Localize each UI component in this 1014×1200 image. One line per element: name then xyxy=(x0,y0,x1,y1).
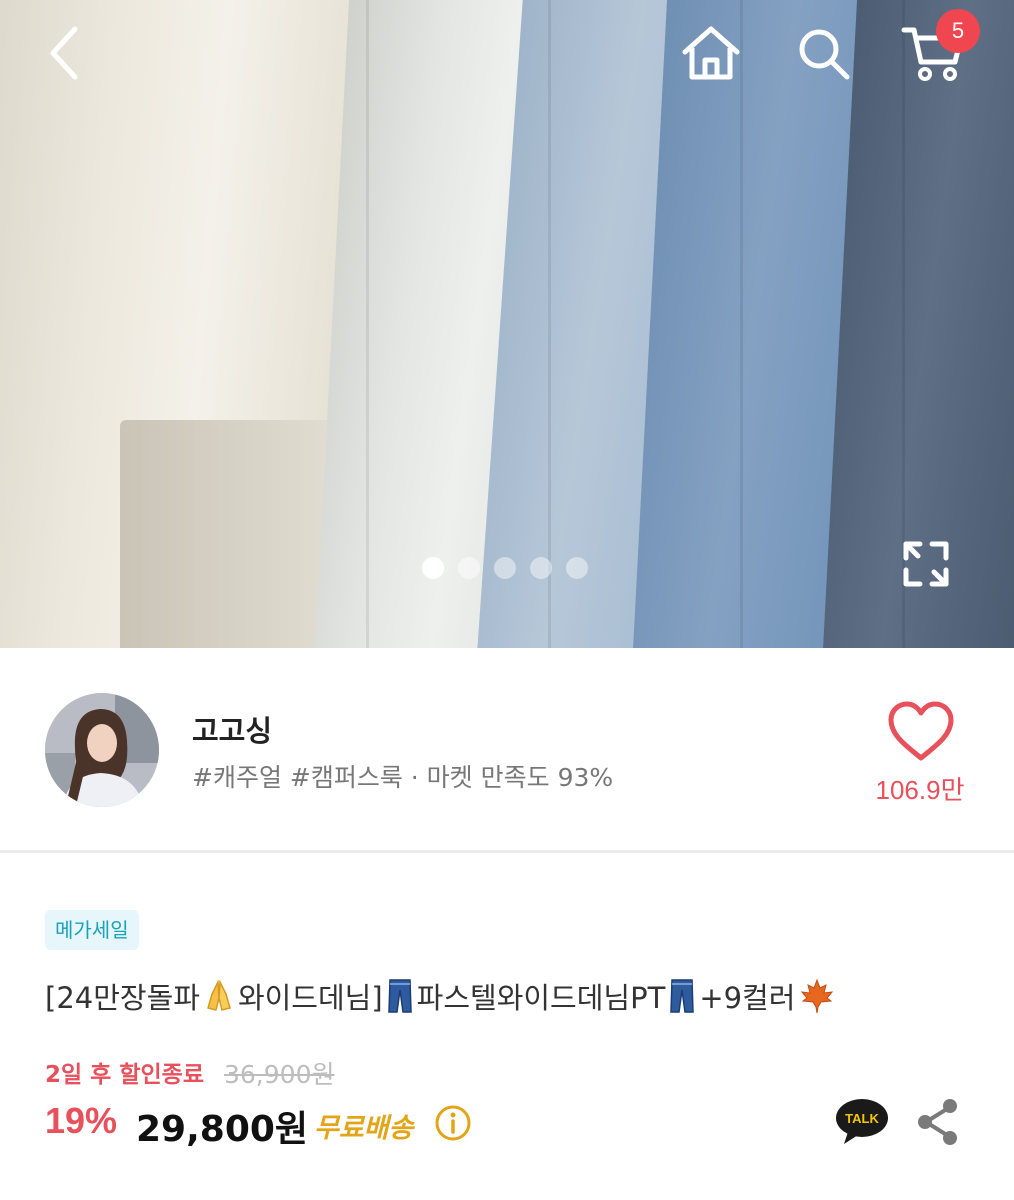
product-title: [24만장돌파 와이드데님] 파스텔와이드데님PT +9컬러 xyxy=(45,975,839,1017)
shop-info-section[interactable]: 고고싱 #캐주얼 #캠퍼스룩 · 마켓 만족도 93% 106.9만 xyxy=(0,648,1014,852)
pagination-dot[interactable] xyxy=(530,557,552,579)
home-button[interactable] xyxy=(678,20,744,86)
mega-sale-badge: 메가세일 xyxy=(45,910,139,950)
original-price: 36,900원 xyxy=(224,1060,335,1089)
shop-tags: #캐주얼 #캠퍼스룩 · 마켓 만족도 93% xyxy=(192,763,614,792)
search-button[interactable] xyxy=(790,20,856,86)
like-count: 106.9만 xyxy=(875,775,965,805)
folded-hands-emoji xyxy=(204,980,234,1012)
gallery-pagination xyxy=(422,557,588,579)
jeans-seam xyxy=(740,0,743,648)
discount-rate: 19% xyxy=(45,1100,118,1141)
title-part: [24만장돌파 xyxy=(45,981,200,1015)
title-part: +9컬러 xyxy=(699,981,796,1015)
expand-image-button[interactable] xyxy=(898,536,954,592)
avatar-photo xyxy=(45,693,159,807)
discount-countdown: 2일 후 할인종료 xyxy=(45,1062,204,1088)
product-image-gallery[interactable]: 5 xyxy=(0,0,1014,648)
info-icon xyxy=(435,1105,471,1141)
share-button[interactable] xyxy=(914,1097,962,1147)
title-part: 파스텔와이드데님PT xyxy=(416,981,666,1015)
title-part: 와이드데님] xyxy=(237,981,383,1015)
jeans-seam xyxy=(548,0,551,648)
back-button[interactable] xyxy=(32,20,98,86)
pagination-dot[interactable] xyxy=(494,557,516,579)
free-shipping-label: 무료배송 xyxy=(314,1113,414,1144)
like-button[interactable] xyxy=(886,700,956,764)
heart-icon xyxy=(888,701,954,761)
expand-icon xyxy=(903,541,949,587)
home-icon xyxy=(682,26,740,80)
jeans-seam xyxy=(366,0,369,648)
shipping-info-button[interactable] xyxy=(434,1104,472,1142)
shop-name[interactable]: 고고싱 xyxy=(192,708,272,750)
pagination-dot[interactable] xyxy=(566,557,588,579)
sale-price: 29,800원 xyxy=(136,1109,309,1150)
search-icon xyxy=(799,29,850,80)
back-icon xyxy=(50,26,78,80)
share-icon xyxy=(918,1099,957,1145)
talk-label: TALK xyxy=(845,1111,879,1126)
kakao-talk-button[interactable]: TALK xyxy=(834,1096,890,1148)
jeans-emoji xyxy=(387,978,413,1014)
jeans-emoji xyxy=(669,978,695,1014)
shop-avatar[interactable] xyxy=(45,693,159,807)
cart-count-badge: 5 xyxy=(936,9,980,53)
pagination-dot-active[interactable] xyxy=(422,557,444,579)
maple-leaf-emoji xyxy=(799,978,835,1014)
talk-icon: TALK xyxy=(836,1099,888,1144)
pagination-dot[interactable] xyxy=(458,557,480,579)
section-divider xyxy=(0,850,1014,853)
